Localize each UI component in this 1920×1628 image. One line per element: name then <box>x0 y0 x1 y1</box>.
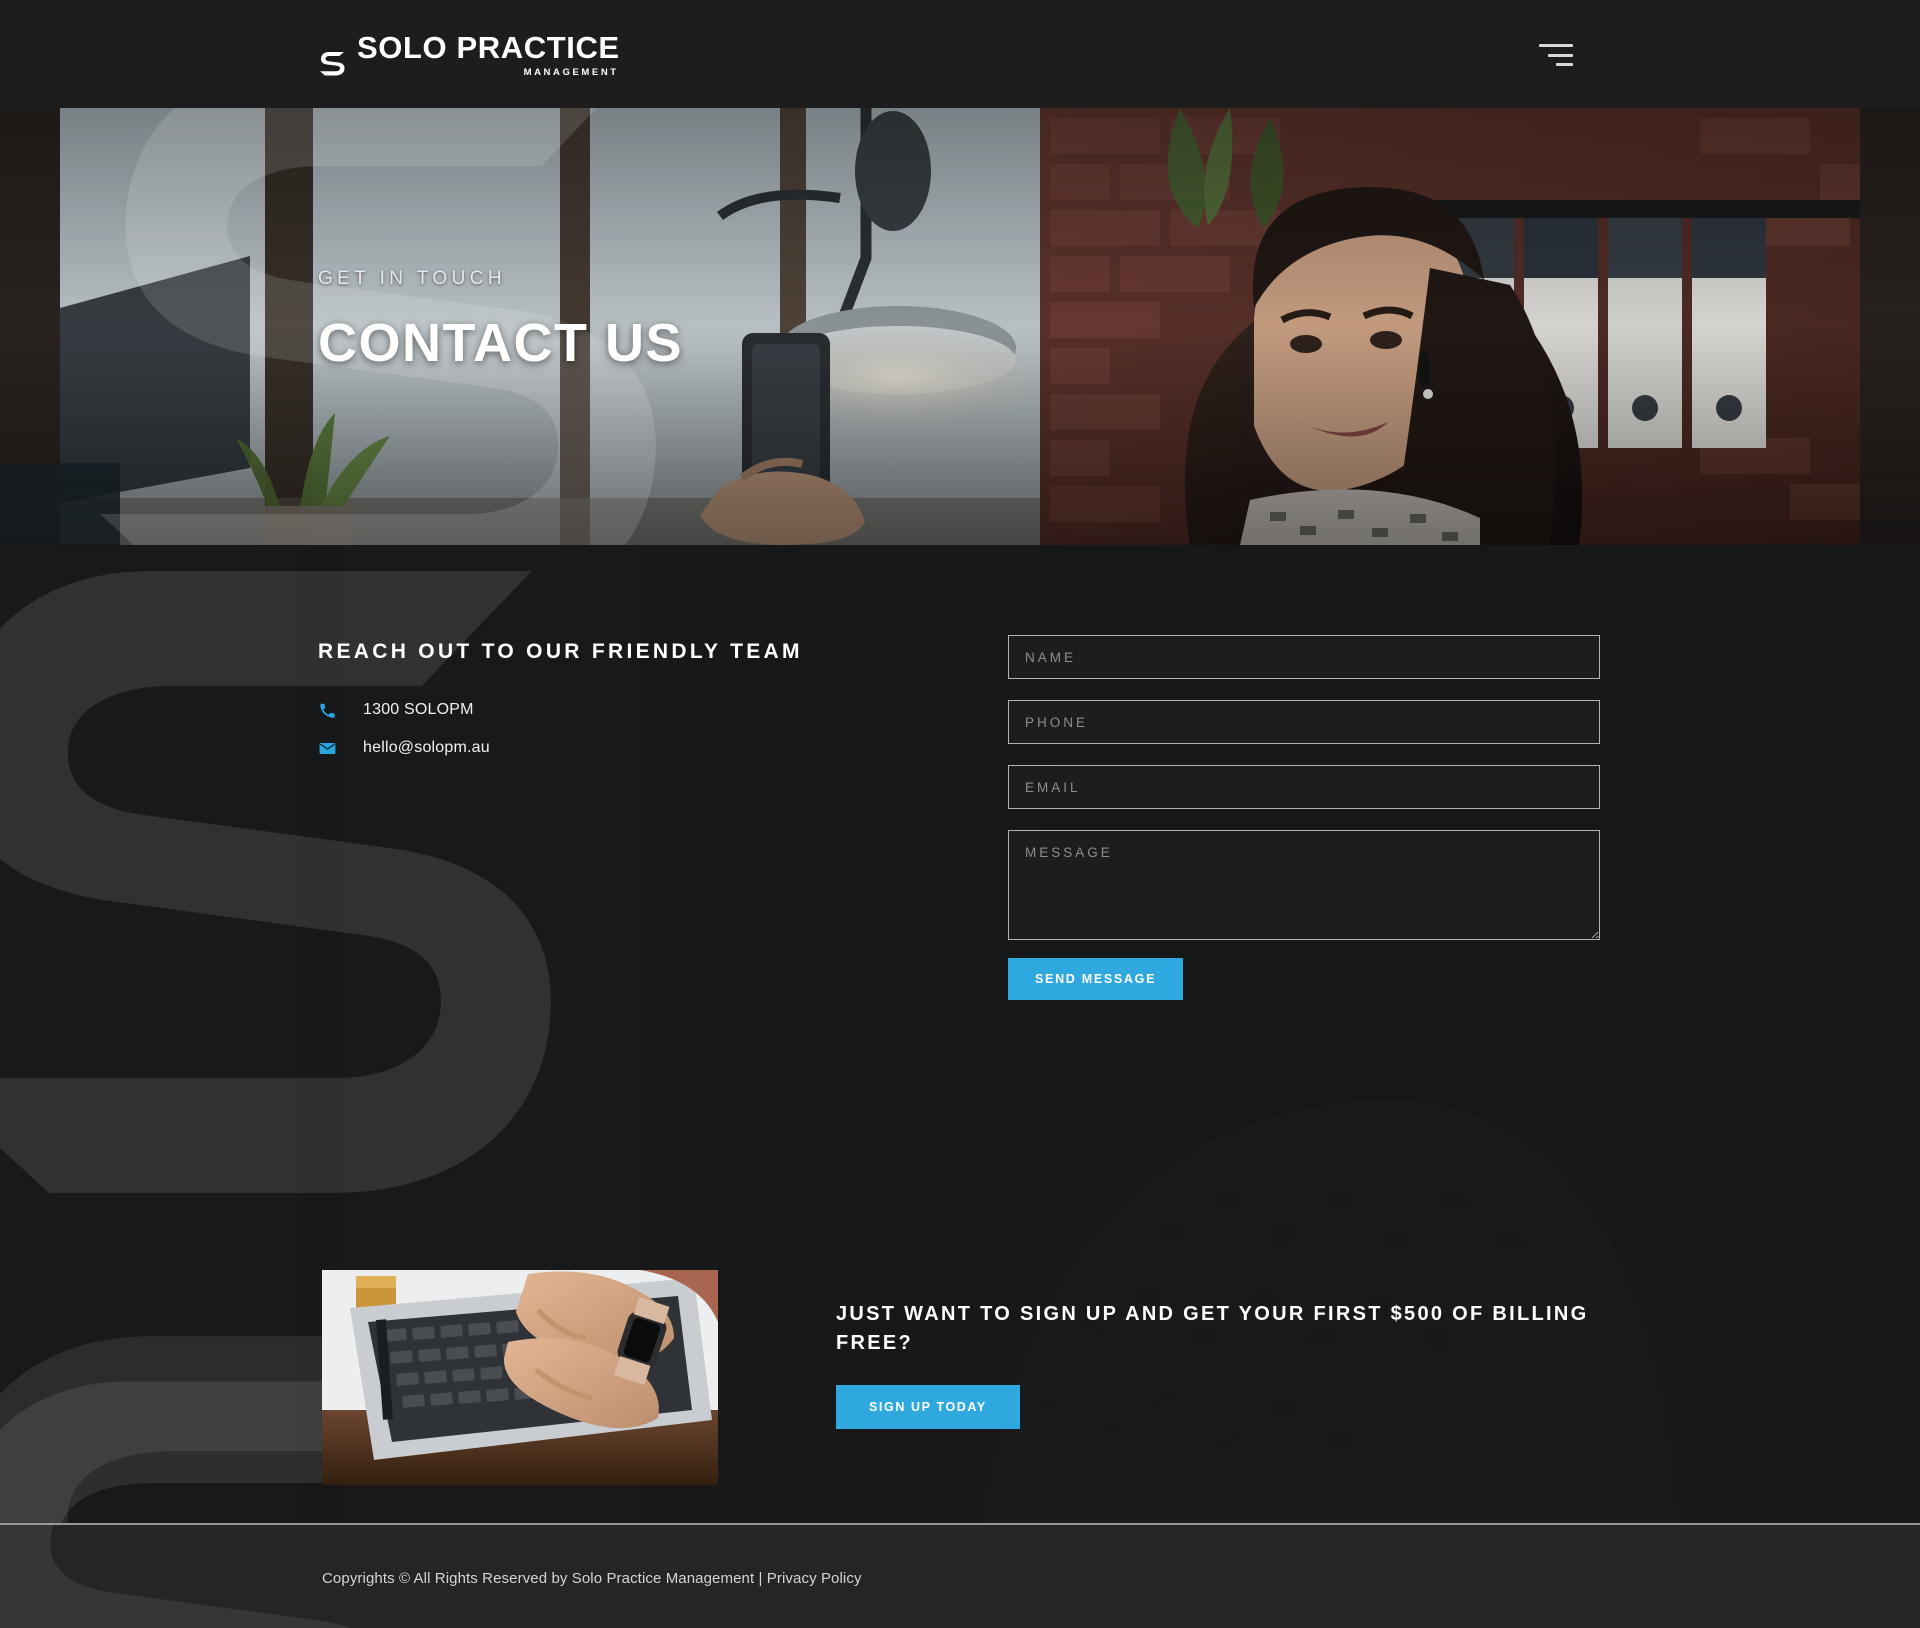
message-input[interactable] <box>1008 830 1600 940</box>
email-input[interactable] <box>1008 765 1600 809</box>
hamburger-line-1 <box>1539 44 1573 47</box>
phone-number[interactable]: 1300 SOLOPM <box>363 701 474 719</box>
contact-item-email[interactable]: hello@solopm.au <box>318 732 803 764</box>
phone-input[interactable] <box>1008 700 1600 744</box>
send-message-button[interactable]: SEND MESSAGE <box>1008 958 1184 1000</box>
signup-cta: JUST WANT TO SIGN UP AND GET YOUR FIRST … <box>0 1215 1920 1485</box>
hamburger-line-2 <box>1548 53 1573 57</box>
brand-name: SOLO PRACTICE <box>357 30 620 65</box>
hero-text: GET IN TOUCH CONTACT US <box>318 268 683 374</box>
cta-text-block: JUST WANT TO SIGN UP AND GET YOUR FIRST … <box>836 1300 1596 1429</box>
brand-logo[interactable]: SOLO PRACTICE MANAGEMENT <box>318 32 620 78</box>
hamburger-line-3 <box>1556 63 1573 66</box>
contact-details: REACH OUT TO OUR FRIENDLY TEAM 1300 SOLO… <box>318 640 803 770</box>
hero-background-image <box>0 108 1920 545</box>
contact-heading: REACH OUT TO OUR FRIENDLY TEAM <box>318 640 803 663</box>
hamburger-menu-icon[interactable] <box>1539 44 1573 66</box>
contact-list: 1300 SOLOPM hello@solopm.au <box>318 694 803 764</box>
hero-eyebrow: GET IN TOUCH <box>318 268 506 289</box>
sign-up-today-button[interactable]: SIGN UP TODAY <box>836 1385 1020 1429</box>
contact-section: REACH OUT TO OUR FRIENDLY TEAM 1300 SOLO… <box>0 545 1920 1523</box>
site-header: SOLO PRACTICE MANAGEMENT <box>0 0 1920 108</box>
laptop-typing-image <box>322 1270 718 1485</box>
email-address[interactable]: hello@solopm.au <box>363 739 490 757</box>
privacy-policy-link[interactable]: Privacy Policy <box>767 1570 862 1587</box>
hero-banner: GET IN TOUCH CONTACT US <box>0 108 1920 545</box>
cta-heading: JUST WANT TO SIGN UP AND GET YOUR FIRST … <box>836 1303 1589 1354</box>
footer-copyright: Copyrights © All Rights Reserved by Solo… <box>322 1570 862 1587</box>
contact-form: SEND MESSAGE <box>1008 635 1600 1000</box>
brand-tagline: MANAGEMENT <box>523 67 619 78</box>
phone-icon <box>318 701 340 720</box>
contact-page: SOLO PRACTICE MANAGEMENT GET IN TOUCH CO… <box>0 0 1920 1628</box>
site-footer: Copyrights © All Rights Reserved by Solo… <box>0 1523 1920 1628</box>
s-monogram-icon <box>320 52 345 76</box>
page-title: CONTACT US <box>318 313 683 373</box>
envelope-icon <box>318 739 340 758</box>
contact-item-phone[interactable]: 1300 SOLOPM <box>318 694 803 726</box>
copyright-text: Copyrights © All Rights Reserved by Solo… <box>322 1570 763 1587</box>
name-input[interactable] <box>1008 635 1600 679</box>
